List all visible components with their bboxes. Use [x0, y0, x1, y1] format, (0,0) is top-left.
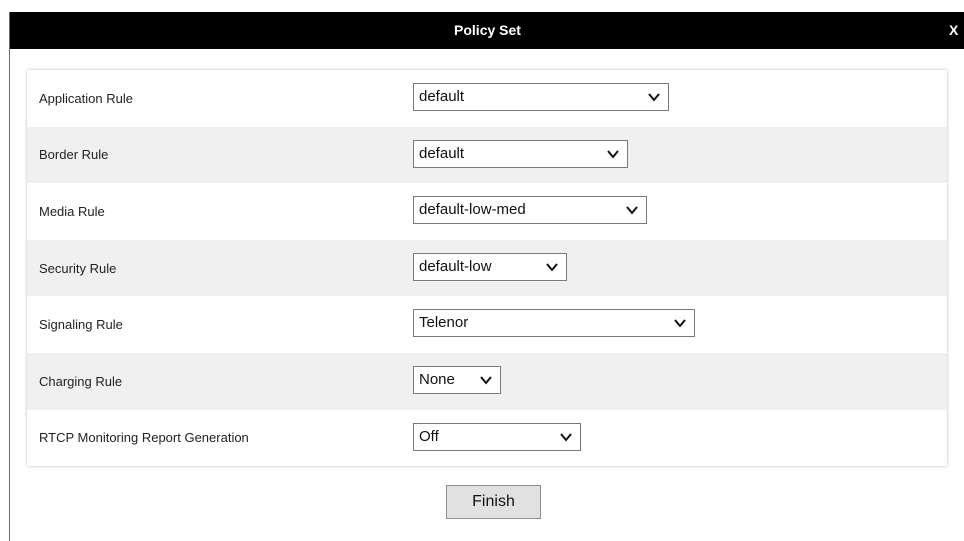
media-rule-select[interactable]: default-low-med	[413, 196, 647, 225]
rule-row-media: Media Rule default-low-med	[27, 183, 947, 240]
charging-rule-label: Charging Rule	[39, 373, 123, 389]
security-rule-value: default-low	[419, 257, 492, 275]
charging-rule-select[interactable]: None	[413, 365, 501, 394]
rtcp-monitoring-select[interactable]: Off	[413, 422, 581, 451]
security-rule-label: Security Rule	[39, 260, 117, 276]
chevron-down-icon	[560, 432, 572, 442]
media-rule-label: Media Rule	[39, 203, 105, 219]
rule-row-signaling: Signaling Rule Telenor	[27, 296, 947, 353]
dialog-titlebar: Policy Set X	[10, 12, 964, 49]
border-rule-value: default	[419, 144, 465, 162]
chevron-down-icon	[648, 93, 660, 102]
chevron-down-icon	[480, 376, 492, 385]
rule-row-rtcp: RTCP Monitoring Report Generation Off	[27, 409, 947, 467]
signaling-rule-value: Telenor	[419, 314, 469, 332]
charging-rule-value: None	[419, 370, 455, 388]
chevron-down-icon	[546, 263, 558, 272]
rule-row-border: Border Rule default	[27, 126, 947, 184]
application-rule-label: Application Rule	[39, 90, 133, 106]
chevron-down-icon	[607, 149, 619, 159]
signaling-rule-label: Signaling Rule	[39, 317, 123, 333]
policy-set-dialog: Policy Set X Application Rule default Bo…	[9, 12, 964, 541]
chevron-down-icon	[626, 206, 638, 215]
rtcp-monitoring-label: RTCP Monitoring Report Generation	[39, 430, 249, 446]
close-icon[interactable]: X	[949, 12, 964, 49]
rtcp-monitoring-value: Off	[419, 427, 439, 445]
chevron-down-icon	[674, 319, 686, 328]
rules-panel: Application Rule default Border Rule def…	[27, 70, 947, 467]
dialog-title: Policy Set	[454, 22, 521, 38]
media-rule-value: default-low-med	[419, 201, 526, 219]
rule-row-security: Security Rule default-low	[27, 239, 947, 297]
application-rule-select[interactable]: default	[413, 83, 669, 111]
security-rule-select[interactable]: default-low	[413, 252, 567, 281]
rule-row-application: Application Rule default	[27, 70, 947, 127]
border-rule-label: Border Rule	[39, 147, 109, 163]
border-rule-select[interactable]: default	[413, 139, 628, 168]
application-rule-value: default	[419, 88, 465, 105]
signaling-rule-select[interactable]: Telenor	[413, 309, 695, 338]
finish-button[interactable]: Finish	[446, 485, 541, 519]
rule-row-charging: Charging Rule None	[27, 352, 947, 410]
